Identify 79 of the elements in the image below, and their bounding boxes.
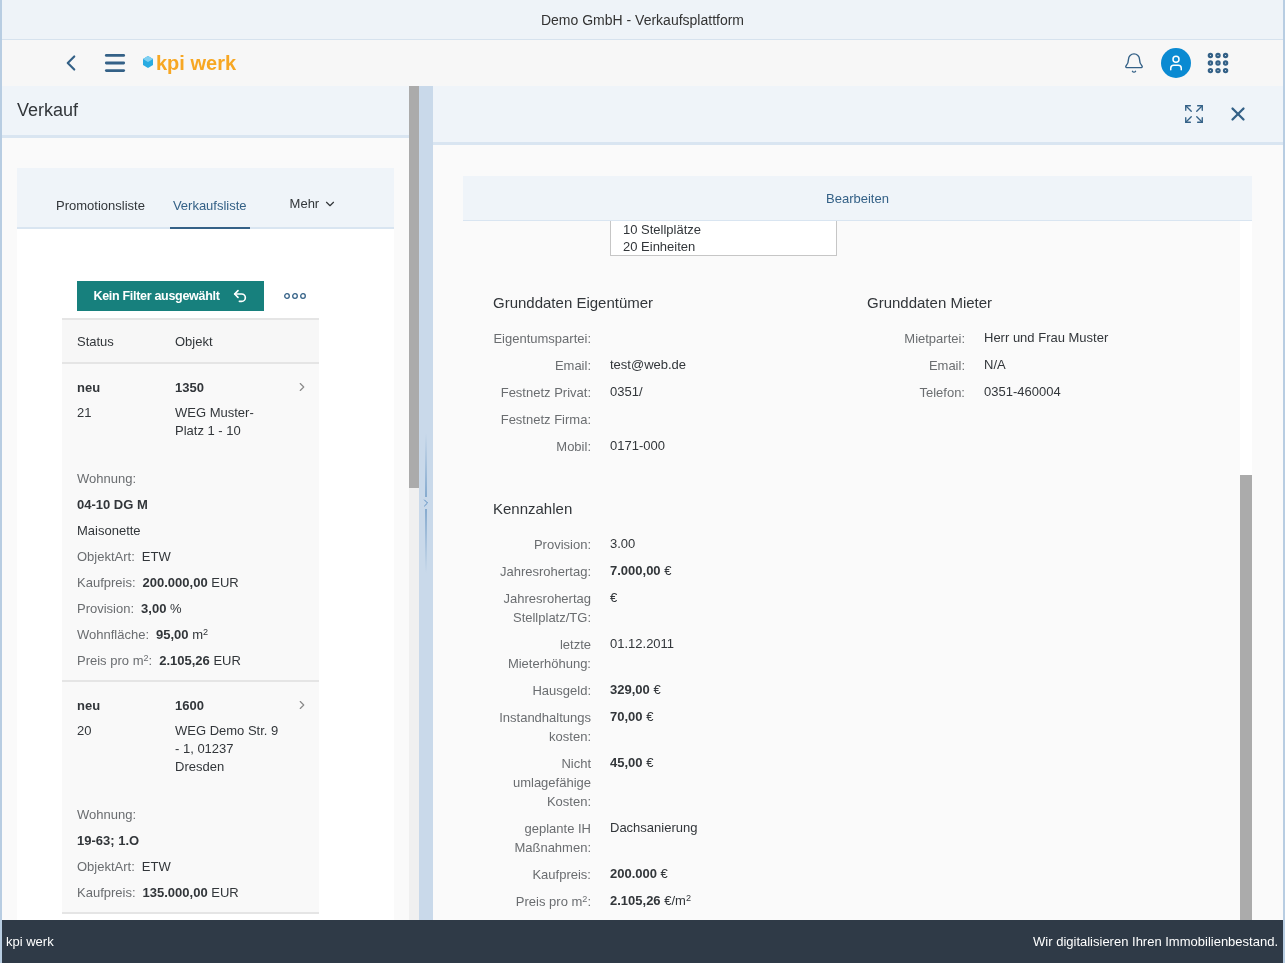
object-name: WEG Muster-Platz 1 - 10 bbox=[175, 404, 255, 440]
detail-value: 135.000,00 EUR bbox=[142, 884, 239, 902]
field-label: Hausgeld: bbox=[531, 682, 591, 700]
detail-label: Wohnfläche: bbox=[77, 626, 150, 644]
object-name: WEG Demo Str. 9 - 1, 01237 Dresden bbox=[175, 722, 279, 776]
detail-label: ObjektArt: bbox=[77, 858, 135, 876]
field-label: Jahresrohertag Stellplatz/TG: bbox=[502, 590, 591, 627]
field-label: Instandhaltungs kosten: bbox=[498, 709, 591, 746]
edit-button[interactable]: Bearbeiten bbox=[820, 189, 895, 207]
status-text: neu bbox=[77, 698, 102, 713]
logo: kpi werk bbox=[156, 51, 237, 75]
field-value: test@web.de bbox=[610, 356, 688, 374]
tab[interactable]: Promotionsliste bbox=[53, 198, 148, 229]
field-value: € bbox=[610, 589, 619, 607]
field-value: 0351/ bbox=[610, 383, 644, 401]
field-label: Telefon: bbox=[918, 384, 965, 402]
detail-text: Maisonette bbox=[77, 522, 142, 540]
field-value: 3.00 bbox=[610, 535, 637, 553]
field-label: Eigentumspartei: bbox=[493, 330, 591, 348]
text-area[interactable]: 10 Stellplätze 20 Einheiten bbox=[610, 221, 837, 256]
field-label: Jahresrohertag: bbox=[498, 563, 591, 581]
object-id: 1350 bbox=[175, 380, 205, 395]
detail-value: 95,00 m$^{2}$ bbox=[156, 626, 209, 644]
field-label: Mobil: bbox=[555, 438, 591, 456]
window-title: Demo GmbH - Verkaufsplattform bbox=[540, 11, 745, 28]
field-value: 70,00 € bbox=[610, 708, 655, 726]
field-label: letzte Mieterhöhung: bbox=[506, 636, 591, 673]
section-title: Kennzahlen bbox=[493, 500, 574, 517]
field-label: Festnetz Privat: bbox=[499, 384, 591, 402]
detail-value: 200.000,00 EUR bbox=[142, 574, 239, 592]
detail-label: Wohnung: bbox=[77, 806, 138, 824]
field-label: Festnetz Firma: bbox=[499, 411, 591, 429]
field-label: Email: bbox=[927, 357, 965, 375]
field-value: 0351-460004 bbox=[984, 383, 1062, 401]
field-value: 0171-000 bbox=[610, 437, 666, 455]
field-value: 7.000,00 € bbox=[610, 562, 673, 580]
unit-number: 21 bbox=[77, 404, 93, 422]
status-text: neu bbox=[77, 380, 102, 395]
column-header: Status bbox=[77, 333, 115, 349]
detail-label: Wohnung: bbox=[77, 470, 138, 488]
detail-value: 04-10 DG M bbox=[77, 496, 149, 514]
field-label: Preis pro m$^{2}$: bbox=[514, 892, 591, 911]
field-label: Email: bbox=[553, 357, 591, 375]
detail-value: ETW bbox=[141, 858, 171, 876]
field-value: 45,00 € bbox=[610, 754, 655, 772]
section-title: Grunddaten Eigentümer bbox=[493, 294, 655, 311]
detail-label: Provision: bbox=[77, 600, 135, 618]
detail-label: ObjektArt: bbox=[77, 548, 135, 566]
field-value: 2.105,26 €/m$^{2}$ bbox=[610, 892, 692, 910]
detail-label: Preis pro m$^{2}$: bbox=[77, 652, 153, 670]
field-label: Mietpartei: bbox=[903, 330, 965, 348]
detail-value: 19-63; 1.O bbox=[77, 832, 141, 850]
detail-label: Kaufpreis: bbox=[77, 884, 136, 902]
field-value: 01.12.2011 bbox=[610, 635, 676, 653]
text-line: 20 Einheiten bbox=[623, 238, 697, 255]
detail-value: 3,00 % bbox=[141, 600, 182, 618]
field-label: Kaufpreis: bbox=[531, 866, 591, 884]
object-id: 1600 bbox=[175, 698, 205, 713]
field-value: Herr und Frau Muster bbox=[984, 329, 1110, 347]
field-value: 200.000 € bbox=[610, 865, 669, 883]
footer-slogan: Wir digitalisieren Ihren Immobilienbestand. bbox=[1033, 934, 1278, 949]
filter-button[interactable]: Kein Filter ausgewählt bbox=[77, 281, 264, 311]
footer-brand: kpi werk bbox=[6, 934, 54, 949]
field-value: 329,00 € bbox=[610, 681, 662, 699]
detail-value: ETW bbox=[141, 548, 171, 566]
panel-title: Verkauf bbox=[17, 100, 79, 121]
field-label: geplante IH Maßnahmen: bbox=[513, 820, 591, 857]
field-value: N/A bbox=[984, 356, 1007, 374]
detail-label: Kaufpreis: bbox=[77, 574, 136, 592]
field-value: Dachsanierung bbox=[610, 819, 699, 837]
section-title: Grunddaten Mieter bbox=[867, 294, 994, 311]
more-tab[interactable]: Mehr bbox=[289, 196, 338, 227]
field-label: Nicht umlagefähige Kosten: bbox=[511, 755, 591, 811]
column-header: Objekt bbox=[175, 333, 214, 349]
unit-number: 20 bbox=[77, 722, 93, 740]
text-line: 10 Stellplätze bbox=[623, 221, 703, 238]
field-label: Provision: bbox=[532, 536, 591, 554]
detail-value: 2.105,26 EUR bbox=[159, 652, 241, 670]
tab[interactable]: Verkaufsliste bbox=[169, 198, 250, 229]
